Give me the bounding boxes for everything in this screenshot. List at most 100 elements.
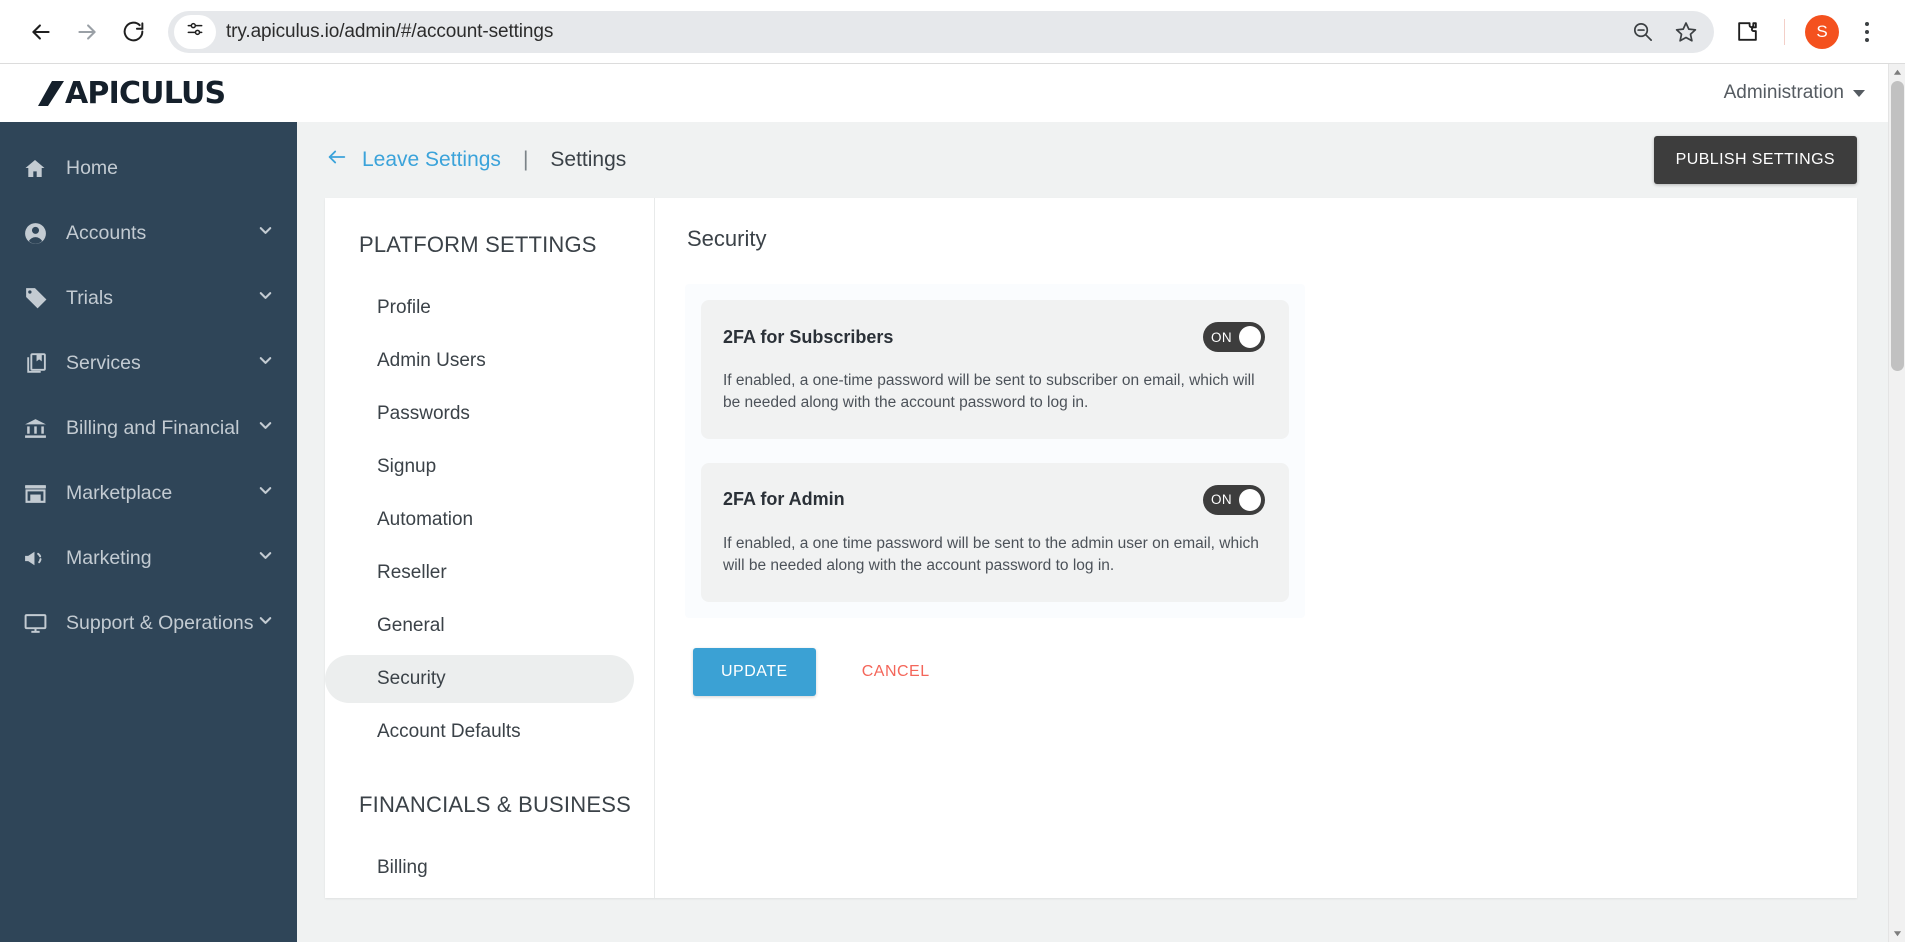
sidebar-item-billing-and-financial[interactable]: Billing and Financial [0, 396, 297, 461]
omnibox-actions [1622, 12, 1706, 52]
store-icon [18, 479, 52, 509]
sidebar-label: Marketplace [66, 482, 172, 505]
sidebar-item-support-and-operations[interactable]: Support & Operations [0, 591, 297, 656]
scroll-up-arrow-icon[interactable] [1889, 64, 1905, 81]
main-sidebar: Home Accounts Trials [0, 122, 297, 942]
back-arrow-icon [28, 19, 54, 45]
sidebar-item-home[interactable]: Home [0, 136, 297, 201]
forward-button[interactable] [64, 9, 110, 55]
sidebar-label: Accounts [66, 222, 146, 245]
topbar-separator: | [523, 148, 528, 172]
browser-toolbar-right: S [1724, 9, 1887, 55]
forward-arrow-icon [74, 19, 100, 45]
toggle-2fa-subscribers[interactable]: ON [1203, 322, 1265, 352]
nav-group-financials-and-business: FINANCIALS & BUSINESS [325, 792, 634, 818]
arrow-left-icon [325, 146, 349, 174]
card-2fa-admin: 2FA for Admin ON If enabled, a one time … [701, 463, 1289, 602]
sidebar-item-marketplace[interactable]: Marketplace [0, 461, 297, 526]
apiculus-logo[interactable]: APICULUS [38, 75, 225, 111]
home-icon [18, 154, 52, 184]
toggle-2fa-admin[interactable]: ON [1203, 485, 1265, 515]
back-button[interactable] [18, 9, 64, 55]
application-window: APICULUS Administration Home Accounts [0, 64, 1905, 942]
card-description: If enabled, a one time password will be … [723, 533, 1265, 578]
main-content: Leave Settings | Settings PUBLISH SETTIN… [297, 122, 1905, 942]
toggle-state-label: ON [1211, 330, 1232, 345]
account-menu[interactable]: Administration [1724, 82, 1865, 104]
sidebar-label: Services [66, 352, 141, 375]
toggle-state-label: ON [1211, 492, 1232, 507]
browser-toolbar: try.apiculus.io/admin/#/account-settings… [0, 0, 1905, 64]
reload-button[interactable] [110, 9, 156, 55]
scrollbar-thumb[interactable] [1891, 81, 1904, 371]
settings-topbar: Leave Settings | Settings PUBLISH SETTIN… [297, 122, 1905, 198]
bank-icon [18, 414, 52, 444]
chevron-down-icon [256, 286, 275, 311]
nav-group-platform-settings: PLATFORM SETTINGS [325, 232, 634, 258]
settings-nav-item-account-defaults[interactable]: Account Defaults [325, 708, 634, 756]
security-settings-content: Security 2FA for Subscribers ON If enabl… [655, 198, 1857, 898]
settings-nav-item-billing[interactable]: Billing [325, 844, 634, 892]
settings-nav-item-security[interactable]: Security [325, 655, 634, 703]
three-dot-menu-icon[interactable] [1847, 12, 1887, 52]
settings-nav-item-reseller[interactable]: Reseller [325, 549, 634, 597]
settings-nav-item-passwords[interactable]: Passwords [325, 390, 634, 438]
settings-nav-item-signup[interactable]: Signup [325, 443, 634, 491]
twofa-cards-container: 2FA for Subscribers ON If enabled, a one… [685, 284, 1305, 618]
bookmark-button[interactable] [1666, 12, 1706, 52]
bookmark-star-icon [1674, 20, 1698, 44]
chevron-down-icon [256, 351, 275, 376]
chevron-down-icon [256, 546, 275, 571]
extensions-puzzle-icon [1735, 19, 1760, 44]
content-heading: Security [685, 226, 1819, 252]
settings-nav-item-admin-users[interactable]: Admin Users [325, 337, 634, 385]
settings-nav-item-automation[interactable]: Automation [325, 496, 634, 544]
monitor-icon [18, 609, 52, 639]
extensions-button[interactable] [1724, 9, 1770, 55]
card-title: 2FA for Admin [723, 489, 845, 510]
logo-text: APICULUS [65, 76, 225, 111]
card-header: 2FA for Admin ON [723, 485, 1265, 515]
site-settings-button[interactable] [174, 15, 216, 49]
chevron-down-icon [256, 611, 275, 636]
settings-panel: PLATFORM SETTINGS Profile Admin Users Pa… [325, 198, 1857, 898]
page-title: Settings [550, 148, 626, 172]
publish-settings-button[interactable]: PUBLISH SETTINGS [1654, 136, 1857, 184]
cancel-button[interactable]: CANCEL [862, 663, 930, 681]
sidebar-item-services[interactable]: Services [0, 331, 297, 396]
leave-settings-link[interactable]: Leave Settings [325, 146, 501, 174]
logo-a-mark-icon [38, 78, 64, 103]
leave-settings-label: Leave Settings [362, 148, 501, 172]
reload-icon [121, 19, 146, 44]
sidebar-label: Home [66, 157, 118, 180]
address-bar[interactable]: try.apiculus.io/admin/#/account-settings [168, 11, 1714, 53]
settings-nav-item-general[interactable]: General [325, 602, 634, 650]
card-header: 2FA for Subscribers ON [723, 322, 1265, 352]
scroll-down-arrow-icon[interactable] [1889, 925, 1905, 942]
sidebar-item-accounts[interactable]: Accounts [0, 201, 297, 266]
form-actions: UPDATE CANCEL [685, 648, 1819, 696]
card-description: If enabled, a one-time password will be … [723, 370, 1265, 415]
zoom-out-button[interactable] [1622, 12, 1662, 52]
page-scrollbar[interactable] [1888, 64, 1905, 942]
sidebar-label: Billing and Financial [66, 417, 239, 440]
chevron-down-icon [256, 481, 275, 506]
account-circle-icon [18, 219, 52, 249]
url-text[interactable]: try.apiculus.io/admin/#/account-settings [226, 21, 553, 43]
toolbar-divider [1784, 19, 1785, 45]
app-body: Home Accounts Trials [0, 122, 1905, 942]
sidebar-label: Marketing [66, 547, 152, 570]
sidebar-label: Trials [66, 287, 113, 310]
sidebar-item-trials[interactable]: Trials [0, 266, 297, 331]
services-bookmark-icon [18, 349, 52, 379]
tag-icon [18, 284, 52, 314]
card-title: 2FA for Subscribers [723, 327, 893, 348]
megaphone-icon [18, 544, 52, 574]
chevron-down-icon [256, 416, 275, 441]
update-button[interactable]: UPDATE [693, 648, 816, 696]
site-settings-icon [185, 19, 205, 44]
sidebar-item-marketing[interactable]: Marketing [0, 526, 297, 591]
card-2fa-subscribers: 2FA for Subscribers ON If enabled, a one… [701, 300, 1289, 439]
profile-avatar[interactable]: S [1805, 15, 1839, 49]
settings-nav-item-profile[interactable]: Profile [325, 284, 634, 332]
